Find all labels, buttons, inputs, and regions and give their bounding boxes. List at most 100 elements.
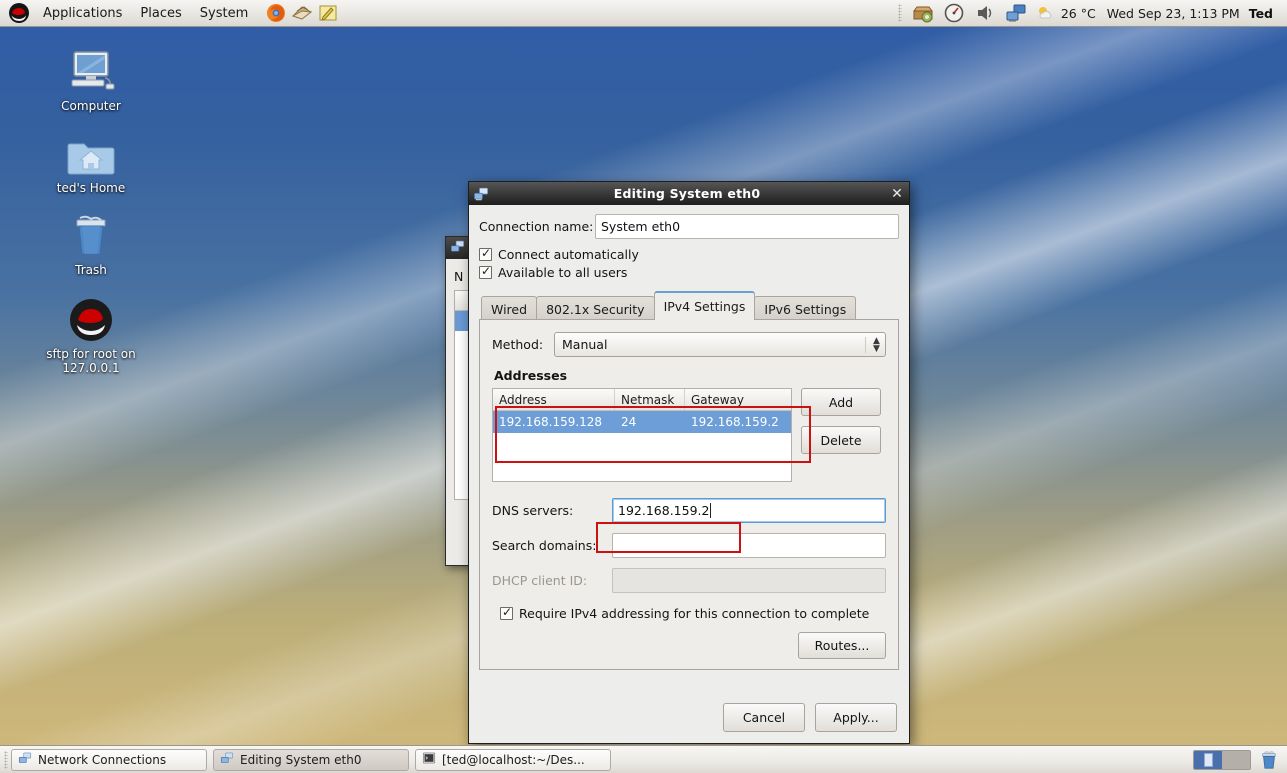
- editing-connection-dialog[interactable]: Editing System eth0 ✕ Connection name: S…: [468, 181, 910, 744]
- trash-icon: [26, 208, 156, 260]
- require-ipv4-row[interactable]: Require IPv4 addressing for this connect…: [492, 606, 886, 621]
- taskbar-item-label: Editing System eth0: [240, 753, 362, 767]
- taskbar-item-network-connections[interactable]: Network Connections: [11, 749, 207, 771]
- desktop-icon-computer[interactable]: Computer: [26, 44, 156, 113]
- home-folder-icon: [26, 126, 156, 178]
- menu-places[interactable]: Places: [132, 3, 189, 24]
- require-ipv4-checkbox[interactable]: [500, 607, 513, 620]
- bottom-panel: Network Connections Editing System eth0 …: [0, 745, 1287, 773]
- taskbar-item-editing-system-eth0[interactable]: Editing System eth0: [213, 749, 409, 771]
- desktop-icon-label: sftp for root on 127.0.0.1: [26, 347, 156, 375]
- dns-servers-input[interactable]: 192.168.159.2: [612, 498, 886, 523]
- redhat-logo-icon[interactable]: [8, 2, 30, 24]
- method-dropdown[interactable]: Manual ▲▼: [554, 332, 886, 357]
- network-connections-icon: [18, 751, 32, 768]
- search-domains-row: Search domains:: [492, 533, 886, 558]
- dialog-body: Connection name: System eth0 Connect aut…: [469, 205, 909, 670]
- workspace-1[interactable]: [1194, 751, 1222, 769]
- taskbar-item-terminal[interactable]: [ted@localhost:~/Des...: [415, 749, 611, 771]
- close-icon[interactable]: ✕: [885, 187, 909, 201]
- taskbar-item-label: Network Connections: [38, 753, 166, 767]
- desktop-icon-home[interactable]: ted's Home: [26, 126, 156, 195]
- cell-address: 192.168.159.128: [493, 411, 615, 433]
- routes-row: Routes...: [492, 632, 886, 659]
- menu-applications[interactable]: Applications: [35, 3, 130, 24]
- connection-name-label: Connection name:: [479, 219, 595, 234]
- search-domains-label: Search domains:: [492, 538, 612, 553]
- dns-servers-label: DNS servers:: [492, 503, 612, 518]
- dhcp-client-id-row: DHCP client ID:: [492, 568, 886, 593]
- user-menu[interactable]: Ted: [1245, 6, 1281, 21]
- workspace-switcher[interactable]: [1193, 750, 1251, 770]
- network-connections-icon: [469, 186, 489, 202]
- desktop-icon-label: Computer: [26, 99, 156, 113]
- addresses-table-header: Address Netmask Gateway: [493, 389, 791, 411]
- chevron-updown-icon: ▲▼: [865, 337, 883, 353]
- add-address-button[interactable]: Add: [801, 388, 881, 416]
- available-all-users-label: Available to all users: [498, 265, 627, 280]
- search-domains-input[interactable]: [612, 533, 886, 558]
- computer-icon: [26, 44, 156, 96]
- trash-applet-icon[interactable]: [1259, 750, 1279, 770]
- evolution-mail-icon[interactable]: [291, 2, 313, 24]
- available-all-users-checkbox[interactable]: [479, 266, 492, 279]
- menu-system[interactable]: System: [192, 3, 256, 24]
- addresses-buttons: Add Delete: [801, 388, 881, 454]
- cell-gateway: 192.168.159.2: [685, 411, 791, 433]
- require-ipv4-label: Require IPv4 addressing for this connect…: [519, 606, 869, 621]
- delete-address-button[interactable]: Delete: [801, 426, 881, 454]
- dhcp-client-id-label: DHCP client ID:: [492, 573, 612, 588]
- network-connections-icon: [220, 751, 234, 768]
- redhat-mount-icon: [26, 292, 156, 344]
- panel-grip: [898, 4, 902, 22]
- available-all-users-row[interactable]: Available to all users: [479, 265, 899, 280]
- text-caret: [710, 503, 711, 518]
- bottom-panel-tray: [1193, 750, 1283, 770]
- panel-grip: [4, 751, 8, 769]
- connect-automatically-label: Connect automatically: [498, 247, 639, 262]
- desktop-icon-label: Trash: [26, 263, 156, 277]
- workspace-2[interactable]: [1222, 751, 1250, 769]
- addresses-section-title: Addresses: [494, 368, 886, 383]
- apply-button[interactable]: Apply...: [815, 703, 897, 732]
- dialog-title: Editing System eth0: [489, 186, 885, 201]
- temperature-label: 26 °C: [1061, 6, 1096, 21]
- desktop-icon-label: ted's Home: [26, 181, 156, 195]
- addresses-table[interactable]: Address Netmask Gateway 192.168.159.128 …: [492, 388, 792, 482]
- volume-icon[interactable]: [974, 2, 996, 24]
- system-monitor-icon[interactable]: [943, 2, 965, 24]
- cell-netmask: 24: [615, 411, 685, 433]
- desktop-icon-sftp-mount[interactable]: sftp for root on 127.0.0.1: [26, 292, 156, 375]
- dhcp-client-id-input: [612, 568, 886, 593]
- tab-ipv4-settings[interactable]: IPv4 Settings: [654, 291, 756, 320]
- method-label: Method:: [492, 337, 554, 352]
- dns-servers-row: DNS servers: 192.168.159.2: [492, 498, 886, 523]
- update-manager-icon[interactable]: [912, 2, 934, 24]
- partly-cloudy-icon: [1036, 4, 1054, 22]
- method-value: Manual: [562, 337, 607, 352]
- column-header-address: Address: [493, 389, 615, 410]
- connection-name-row: Connection name: System eth0: [479, 214, 899, 239]
- desktop-icon-trash[interactable]: Trash: [26, 208, 156, 277]
- taskbar-item-label: [ted@localhost:~/Des...: [442, 753, 585, 767]
- dialog-titlebar[interactable]: Editing System eth0 ✕: [469, 182, 909, 205]
- network-connections-icon: [450, 239, 465, 257]
- addresses-area: Address Netmask Gateway 192.168.159.128 …: [492, 388, 886, 482]
- table-row[interactable]: 192.168.159.128 24 192.168.159.2: [493, 411, 791, 433]
- settings-tabs: Wired 802.1x Security IPv4 Settings IPv6…: [479, 291, 899, 320]
- column-header-netmask: Netmask: [615, 389, 685, 410]
- connect-automatically-checkbox[interactable]: [479, 248, 492, 261]
- clock-label[interactable]: Wed Sep 23, 1:13 PM: [1107, 6, 1240, 21]
- dns-servers-value: 192.168.159.2: [618, 503, 709, 518]
- column-header-gateway: Gateway: [685, 389, 791, 410]
- firefox-icon[interactable]: [265, 2, 287, 24]
- method-row: Method: Manual ▲▼: [492, 332, 886, 357]
- network-icon[interactable]: [1005, 2, 1027, 24]
- terminal-icon: [422, 751, 436, 768]
- cancel-button[interactable]: Cancel: [723, 703, 805, 732]
- connection-name-input[interactable]: System eth0: [595, 214, 899, 239]
- connect-automatically-row[interactable]: Connect automatically: [479, 247, 899, 262]
- top-panel: Applications Places System: [0, 0, 1287, 27]
- text-editor-icon[interactable]: [317, 2, 339, 24]
- routes-button[interactable]: Routes...: [798, 632, 886, 659]
